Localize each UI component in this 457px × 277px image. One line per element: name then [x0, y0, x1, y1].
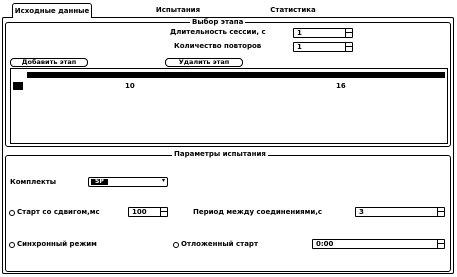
stage-block[interactable] — [13, 82, 23, 90]
timeline-tick-label: 16 — [336, 82, 346, 90]
stage-selection-title: Выбор этапа — [190, 18, 246, 26]
spin-arrows-icon[interactable] — [160, 208, 167, 216]
sets-value: SP — [91, 179, 108, 185]
sets-label: Комплекты — [10, 178, 57, 186]
delayed-start-label: Отложенный старт — [181, 240, 258, 248]
chevron-down-icon: ▾ — [161, 177, 165, 184]
session-duration-value: 1 — [297, 29, 302, 37]
spin-arrows-icon[interactable] — [345, 29, 352, 37]
repeat-count-label: Количество повторов — [174, 42, 262, 50]
sync-mode-label: Синхронный режим — [17, 240, 97, 248]
tab-label: Статистика — [270, 6, 316, 14]
spin-arrows-icon[interactable] — [345, 43, 352, 51]
start-interval-label: Старт со сдвигом,мс — [17, 208, 100, 216]
sync-mode-radio[interactable] — [9, 242, 15, 248]
repeat-count-value: 1 — [297, 43, 302, 51]
session-duration-label: Длительность сессии, с — [170, 28, 266, 36]
delayed-start-timefield[interactable]: 0:00 — [312, 239, 445, 249]
app-window: Исходные данные Испытания Статистика Выб… — [0, 0, 457, 277]
start-interval-radio[interactable] — [9, 210, 15, 216]
timeline-bar — [27, 72, 445, 78]
stage-timeline-area[interactable]: 10 16 — [10, 68, 448, 144]
sets-dropdown[interactable]: SP ▾ — [88, 177, 168, 187]
start-interval-spinbox[interactable]: 100 — [128, 207, 168, 217]
tab-label: Исходные данные — [14, 7, 90, 15]
add-stage-button[interactable]: Добавить этап — [10, 58, 88, 67]
spin-arrows-icon[interactable] — [437, 240, 444, 248]
tab-statistics[interactable]: Статистика — [262, 3, 324, 17]
repeat-count-spinbox[interactable]: 1 — [293, 42, 353, 52]
delayed-start-radio[interactable] — [173, 242, 179, 248]
timeline-tick-label: 10 — [125, 82, 135, 90]
delete-stage-button[interactable]: Удалить этап — [165, 58, 243, 67]
connection-period-label: Период между соединениями,с — [193, 208, 323, 216]
start-interval-value: 100 — [132, 208, 147, 216]
connection-period-spinbox[interactable]: 3 — [355, 207, 445, 217]
tab-tests[interactable]: Испытания — [148, 3, 208, 17]
test-params-title: Параметры испытания — [172, 150, 268, 158]
connection-period-value: 3 — [359, 208, 364, 216]
session-duration-spinbox[interactable]: 1 — [293, 28, 353, 38]
tab-label: Испытания — [155, 6, 201, 14]
delayed-start-value: 0:00 — [316, 240, 334, 248]
tab-source-data[interactable]: Исходные данные — [12, 3, 92, 18]
spin-arrows-icon[interactable] — [437, 208, 444, 216]
